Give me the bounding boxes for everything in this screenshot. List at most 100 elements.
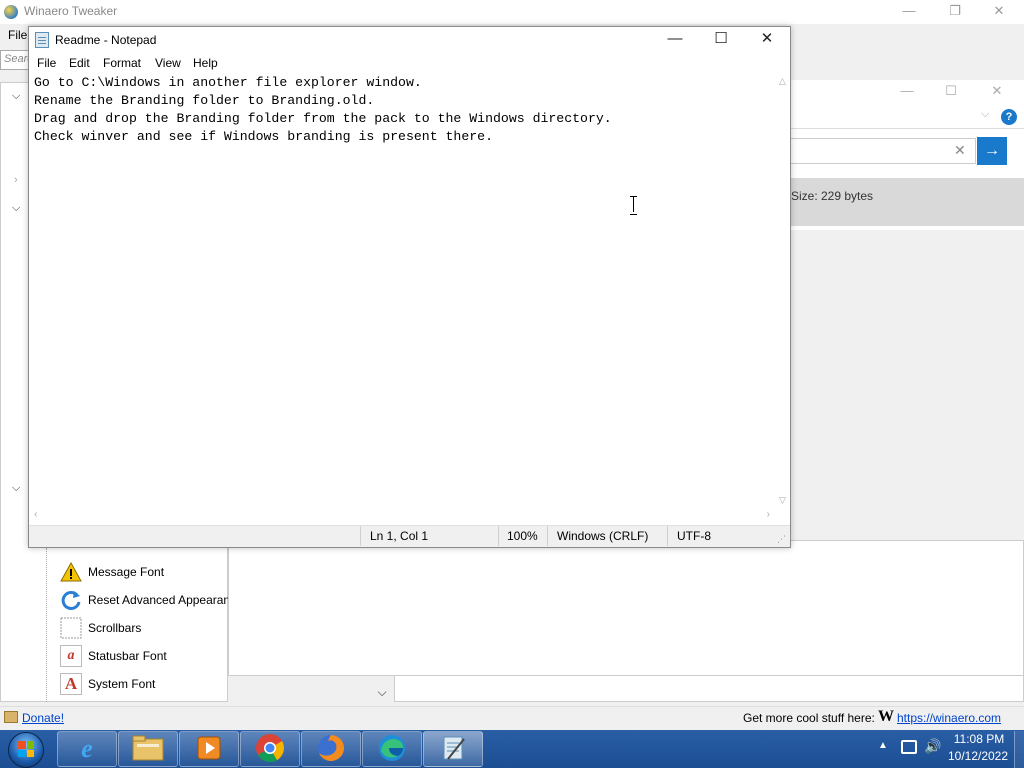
donate-link[interactable]: Donate! — [22, 711, 64, 725]
tree-item-reset-advanced-appearance[interactable]: Reset Advanced Appearance — [60, 587, 243, 613]
menu-help[interactable]: Help — [193, 56, 218, 70]
properties-search-input[interactable] — [790, 138, 976, 164]
notepad-app-icon — [35, 32, 49, 48]
tree-item-label: System Font — [88, 677, 156, 691]
winaero-logo-icon: W — [878, 708, 894, 725]
clear-search-icon[interactable]: ✕ — [954, 142, 966, 159]
horizontal-scrollbar[interactable]: ‹ › — [30, 508, 776, 524]
file-size-label: Size: 229 bytes — [791, 189, 874, 203]
winaero-close-button[interactable]: ✕ — [976, 0, 1022, 24]
show-desktop-button[interactable] — [1014, 731, 1024, 768]
internet-explorer-icon: e — [81, 734, 93, 763]
donate-icon — [4, 711, 18, 723]
edge-icon — [377, 733, 407, 766]
status-position: Ln 1, Col 1 — [370, 529, 429, 543]
menu-edit[interactable]: Edit — [69, 56, 90, 70]
chrome-icon — [255, 733, 285, 766]
scroll-down-icon[interactable]: ▽ — [777, 495, 788, 506]
search-go-button[interactable]: → — [977, 137, 1007, 165]
scrollbars-icon — [60, 617, 82, 639]
notepad-text-area[interactable]: Go to C:\Windows in another file explore… — [30, 74, 776, 508]
clock-date[interactable]: 10/12/2022 — [946, 749, 1010, 763]
tree-scroll-down-icon[interactable]: ⌵ — [374, 682, 390, 702]
tray-overflow-icon[interactable]: ▲ — [878, 740, 888, 751]
taskbar-chrome[interactable] — [240, 731, 300, 767]
properties-maximize-button[interactable]: ☐ — [928, 80, 974, 104]
text-line: Rename the Branding folder to Branding.o… — [34, 93, 375, 108]
chevron-down-icon[interactable]: ⌵ — [12, 90, 20, 103]
chevron-down-icon[interactable]: ⌵ — [12, 202, 20, 215]
start-button[interactable] — [2, 731, 52, 768]
text-line: Check winver and see if Windows branding… — [34, 129, 493, 144]
notepad-menubar — [29, 53, 790, 73]
warning-icon — [60, 561, 82, 583]
clock-time[interactable]: 11:08 PM — [950, 732, 1008, 746]
taskbar-media-player[interactable] — [179, 731, 239, 767]
status-encoding: UTF-8 — [677, 529, 711, 543]
chevron-right-icon[interactable]: › — [14, 174, 18, 186]
scroll-right-icon[interactable]: › — [767, 509, 770, 520]
vertical-scrollbar[interactable]: △ ▽ — [776, 74, 789, 508]
notepad-title: Readme - Notepad — [55, 33, 157, 47]
status-separator — [498, 526, 499, 546]
text-line: Drag and drop the Branding folder from t… — [34, 111, 612, 126]
volume-icon[interactable]: 🔊 — [924, 738, 941, 755]
windows-logo-icon — [18, 741, 34, 757]
tree-guide-line — [46, 548, 47, 702]
tree-item-message-font[interactable]: Message Font — [60, 559, 164, 585]
tree-item-statusbar-font[interactable]: a Statusbar Font — [60, 643, 167, 669]
scroll-left-icon[interactable]: ‹ — [34, 509, 37, 520]
winaero-menu-file[interactable]: File — [8, 28, 27, 42]
properties-divider — [790, 128, 1024, 129]
winaero-minimize-button[interactable]: — — [886, 0, 932, 24]
network-icon[interactable] — [901, 740, 917, 754]
resize-grip-icon[interactable]: ⋰ — [777, 534, 787, 544]
taskbar-firefox[interactable] — [301, 731, 361, 767]
tree-item-scrollbars[interactable]: Scrollbars — [60, 615, 141, 641]
tree-item-label: Reset Advanced Appearance — [88, 593, 243, 607]
help-icon[interactable]: ? — [1001, 109, 1017, 125]
scroll-up-icon[interactable]: △ — [777, 76, 788, 87]
status-separator — [360, 526, 361, 546]
chevron-down-icon[interactable]: ⌵ — [12, 482, 20, 495]
status-line-ending: Windows (CRLF) — [557, 529, 649, 543]
winaero-titlebar[interactable] — [0, 0, 1024, 24]
notepad-icon — [439, 734, 467, 765]
winaero-title: Winaero Tweaker — [24, 4, 118, 18]
scrollbar-corner — [776, 508, 789, 524]
taskbar-file-explorer[interactable] — [118, 731, 178, 767]
status-zoom: 100% — [507, 529, 538, 543]
menu-file[interactable]: File — [37, 56, 56, 70]
winaero-maximize-button[interactable]: ❐ — [932, 0, 978, 24]
reset-icon — [60, 589, 82, 611]
cool-stuff-label: Get more cool stuff here: — [743, 711, 875, 725]
tree-item-label: Scrollbars — [88, 621, 142, 635]
notepad-minimize-button[interactable]: — — [652, 27, 698, 53]
system-font-icon: A — [60, 673, 82, 695]
text-line: Go to C:\Windows in another file explore… — [34, 75, 422, 90]
folder-icon — [132, 735, 164, 764]
properties-close-button[interactable]: ✕ — [974, 80, 1020, 104]
status-separator — [547, 526, 548, 546]
tree-item-label: Statusbar Font — [88, 649, 167, 663]
winaero-content-pane — [228, 540, 1024, 676]
media-player-icon — [196, 735, 222, 764]
properties-minimize-button[interactable]: — — [884, 80, 930, 104]
text-cursor-icon — [629, 196, 638, 215]
menu-view[interactable]: View — [155, 56, 181, 70]
taskbar-internet-explorer[interactable]: e — [57, 731, 117, 767]
firefox-icon — [316, 733, 346, 766]
menu-format[interactable]: Format — [103, 56, 141, 70]
winaero-description-pane — [394, 676, 1024, 702]
chevron-down-icon[interactable]: ⌵ — [981, 108, 989, 121]
notepad-close-button[interactable]: ✕ — [744, 27, 790, 53]
winaero-website-link[interactable]: https://winaero.com — [897, 711, 1001, 725]
tree-item-system-font[interactable]: A System Font — [60, 671, 155, 697]
winaero-app-icon — [4, 5, 18, 19]
statusbar-font-icon: a — [60, 645, 82, 667]
taskbar-notepad[interactable] — [423, 731, 483, 767]
taskbar-edge[interactable] — [362, 731, 422, 767]
tree-item-label: Message Font — [88, 565, 165, 579]
status-separator — [667, 526, 668, 546]
notepad-maximize-button[interactable]: ☐ — [698, 27, 744, 53]
